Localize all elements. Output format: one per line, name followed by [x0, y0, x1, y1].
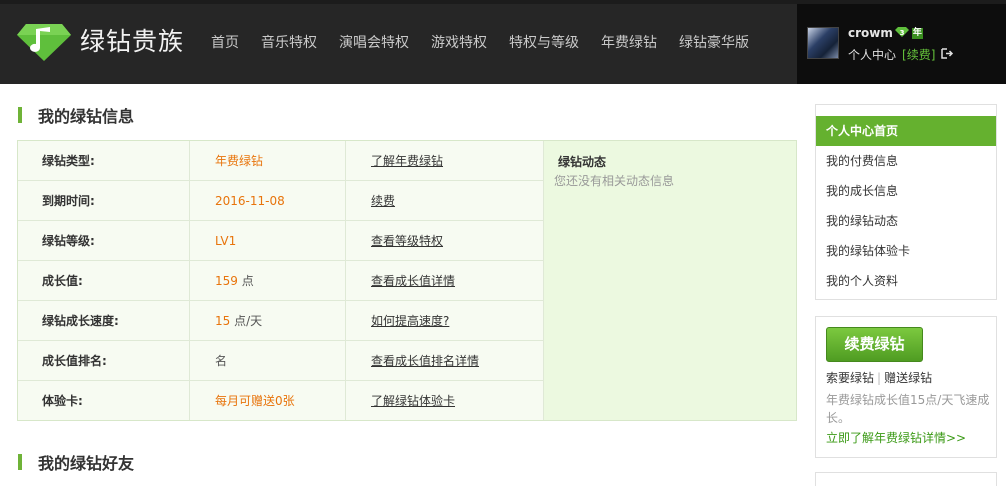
- nav-item-annual[interactable]: 年费绿钻: [601, 30, 657, 56]
- brand-name: 绿钻贵族: [80, 27, 185, 56]
- row-value: 159 点: [215, 274, 254, 288]
- user-panel: crowm 3 年 个人中心 [续费]: [797, 4, 1006, 84]
- table-row: 到期时间: 2016-11-08 续费: [18, 181, 543, 221]
- row-value: 15 点/天: [215, 314, 263, 328]
- header-renew-link[interactable]: [续费]: [902, 46, 935, 63]
- sidebar-item-growth[interactable]: 我的成长信息: [816, 176, 996, 206]
- row-value: 名: [215, 354, 228, 368]
- sidebar-item-center-home[interactable]: 个人中心首页: [816, 116, 996, 146]
- annual-details-link[interactable]: 立即了解年费绿钻详情>>: [826, 429, 966, 446]
- gift-diamond-link[interactable]: 赠送绿钻: [884, 371, 932, 385]
- sidebar-menu: 个人中心首页 我的付费信息 我的成长信息 我的绿钻动态 我的绿钻体验卡 我的个人…: [815, 104, 997, 300]
- table-row: 绿钻等级: LV1 查看等级特权: [18, 221, 543, 261]
- table-row: 成长值: 159 点 查看成长值详情: [18, 261, 543, 301]
- row-label: 成长值排名:: [42, 354, 107, 368]
- news-panel: 绿钻动态 您还没有相关动态信息: [543, 141, 796, 420]
- row-label: 绿钻等级:: [42, 234, 95, 248]
- top-header: 绿钻贵族 首页 音乐特权 演唱会特权 游戏特权 特权与等级 年费绿钻 绿钻豪华版…: [0, 0, 1006, 84]
- logout-icon[interactable]: [941, 47, 954, 62]
- renew-button[interactable]: 续费绿钻: [826, 327, 923, 362]
- row-link[interactable]: 查看成长值详情: [371, 261, 455, 301]
- user-links: 个人中心 [续费]: [848, 46, 954, 63]
- nav-item-music[interactable]: 音乐特权: [261, 30, 317, 56]
- table-row: 成长值排名: 名 查看成长值排名详情: [18, 341, 543, 381]
- friends-section-title: 我的绿钻好友: [18, 450, 134, 474]
- nav-item-home[interactable]: 首页: [211, 30, 239, 56]
- main-nav: 首页 音乐特权 演唱会特权 游戏特权 特权与等级 年费绿钻 绿钻豪华版: [200, 30, 760, 56]
- table-row: 绿钻成长速度: 15 点/天 如何提高速度?: [18, 301, 543, 341]
- row-label: 到期时间:: [42, 194, 95, 208]
- username[interactable]: crowm: [848, 26, 893, 40]
- nav-item-privilege-level[interactable]: 特权与等级: [509, 30, 579, 56]
- row-value: LV1: [215, 234, 237, 248]
- row-link[interactable]: 查看成长值排名详情: [371, 341, 479, 381]
- sidebar-item-profile[interactable]: 我的个人资料: [816, 266, 996, 296]
- nav-item-concert[interactable]: 演唱会特权: [339, 30, 409, 56]
- row-value: 2016-11-08: [215, 194, 285, 208]
- title-accent-bar: [18, 454, 22, 470]
- renew-description: 年费绿钻成长值15点/天飞速成长。: [826, 393, 990, 425]
- link-separator: |: [877, 371, 882, 385]
- renew-links: 索要绿钻 | 赠送绿钻: [826, 369, 932, 386]
- news-title: 绿钻动态: [558, 155, 607, 169]
- username-line: crowm 3 年: [848, 26, 923, 40]
- brand-logo[interactable]: 绿钻贵族: [16, 22, 184, 62]
- table-row: 绿钻类型: 年费绿钻 了解年费绿钻: [18, 141, 543, 181]
- sidebar-item-trial-card[interactable]: 我的绿钻体验卡: [816, 236, 996, 266]
- table-row: 体验卡: 每月可赠送0张 了解绿钻体验卡: [18, 381, 543, 421]
- row-link[interactable]: 了解年费绿钻: [371, 141, 443, 181]
- nav-item-deluxe[interactable]: 绿钻豪华版: [679, 30, 749, 56]
- row-link[interactable]: 查看等级特权: [371, 221, 443, 261]
- personal-center-link[interactable]: 个人中心: [848, 46, 896, 63]
- row-link[interactable]: 了解绿钻体验卡: [371, 381, 455, 421]
- info-table: 绿钻类型: 年费绿钻 了解年费绿钻 到期时间: 2016-11-08 续费 绿钻…: [17, 140, 797, 421]
- info-section-title: 我的绿钻信息: [18, 103, 134, 127]
- nav-item-game[interactable]: 游戏特权: [431, 30, 487, 56]
- renew-panel: 续费绿钻 索要绿钻 | 赠送绿钻 年费绿钻成长值15点/天飞速成长。 立即了解年费绿…: [815, 316, 997, 458]
- svg-text:3: 3: [899, 29, 904, 37]
- annual-badge: 年: [911, 27, 923, 39]
- row-link[interactable]: 续费: [371, 181, 395, 221]
- info-title-text: 我的绿钻信息: [38, 107, 135, 126]
- row-value: 年费绿钻: [215, 154, 264, 168]
- green-diamond-music-note-icon: [17, 24, 71, 61]
- row-label: 体验卡:: [42, 394, 83, 408]
- ask-diamond-link[interactable]: 索要绿钻: [826, 371, 874, 385]
- sidebar-item-activity[interactable]: 我的绿钻动态: [816, 206, 996, 236]
- sidebar-box-partial: [815, 472, 997, 486]
- news-empty-text: 您还没有相关动态信息: [554, 174, 675, 188]
- title-accent-bar: [18, 107, 22, 123]
- avatar[interactable]: [807, 27, 839, 59]
- row-link[interactable]: 如何提高速度?: [371, 301, 449, 341]
- row-label: 绿钻成长速度:: [42, 314, 119, 328]
- diamond-level-badge-icon: 3: [894, 26, 909, 40]
- friends-title-text: 我的绿钻好友: [38, 454, 135, 473]
- row-label: 成长值:: [42, 274, 83, 288]
- row-label: 绿钻类型:: [42, 154, 95, 168]
- sidebar-item-payment[interactable]: 我的付费信息: [816, 146, 996, 176]
- row-value: 每月可赠送0张: [215, 394, 295, 408]
